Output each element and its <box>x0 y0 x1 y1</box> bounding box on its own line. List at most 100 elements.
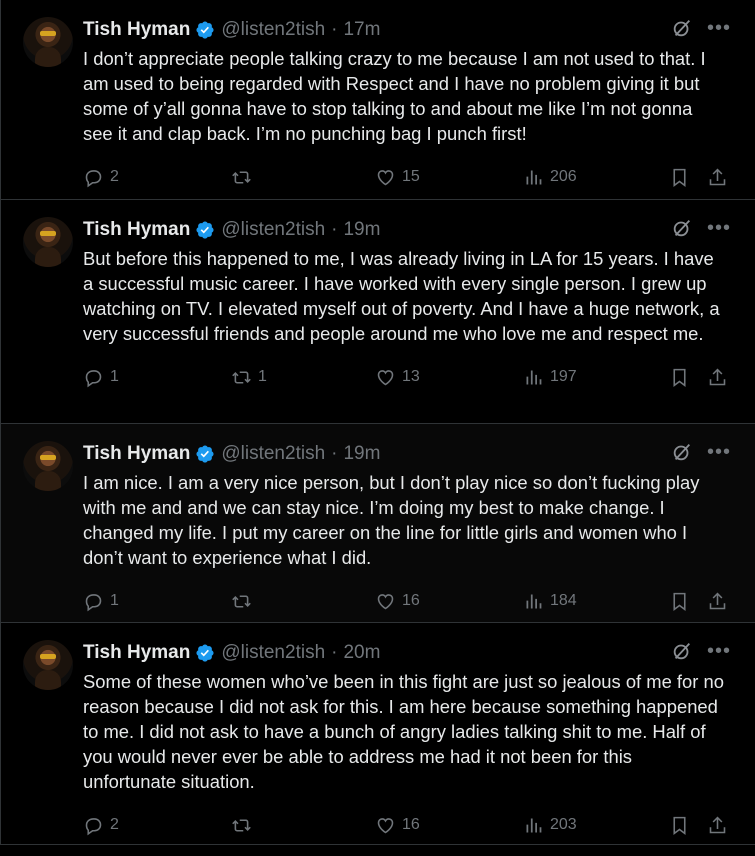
avatar[interactable] <box>23 640 73 690</box>
retweet-button[interactable] <box>231 591 258 612</box>
reply-count: 1 <box>110 368 119 385</box>
avatar[interactable] <box>23 217 73 267</box>
tweet[interactable]: Tish Hyman @listen2tish · 20m ••• Some o… <box>1 623 755 845</box>
views-count: 197 <box>550 368 577 385</box>
more-icon[interactable]: ••• <box>707 18 731 38</box>
reply-count: 2 <box>110 816 119 833</box>
grok-icon[interactable] <box>671 17 693 39</box>
tweet-text: I am nice. I am a very nice person, but … <box>83 472 705 568</box>
reply-count: 2 <box>110 168 119 185</box>
bookmark-icon <box>673 816 686 835</box>
author-handle[interactable]: @listen2tish <box>221 642 325 664</box>
separator: · <box>331 219 338 240</box>
bookmark-button[interactable] <box>669 367 690 388</box>
bookmark-icon <box>673 368 686 387</box>
avatar[interactable] <box>23 17 73 67</box>
tweet-header: Tish Hyman @listen2tish · 17m <box>83 14 739 46</box>
tweet-header: Tish Hyman @listen2tish · 19m <box>83 214 739 246</box>
share-button[interactable] <box>707 591 728 612</box>
share-button[interactable] <box>707 167 728 188</box>
reply-button[interactable]: 2 <box>83 167 119 188</box>
retweet-icon <box>232 170 251 184</box>
tweet[interactable]: Tish Hyman @listen2tish · 17m ••• I don’… <box>1 0 755 200</box>
tweet-text: But before this happened to me, I was al… <box>83 248 725 344</box>
verified-badge-icon <box>196 445 214 463</box>
author-name[interactable]: Tish Hyman <box>83 642 190 664</box>
avatar[interactable] <box>23 441 73 491</box>
views-count: 206 <box>550 168 577 185</box>
share-icon <box>709 168 726 185</box>
action-bar: 2 16 203 <box>83 794 739 856</box>
bookmark-button[interactable] <box>669 167 690 188</box>
views-count: 203 <box>550 816 577 833</box>
like-button[interactable]: 15 <box>375 167 420 188</box>
views-button[interactable]: 184 <box>523 591 577 612</box>
reply-icon <box>85 817 102 835</box>
views-icon <box>526 170 542 184</box>
bookmark-button[interactable] <box>669 591 690 612</box>
action-bar: 1 1 13 197 <box>83 346 739 408</box>
retweet-button[interactable]: 1 <box>231 367 267 388</box>
like-button[interactable]: 16 <box>375 815 420 836</box>
author-name[interactable]: Tish Hyman <box>83 19 190 41</box>
views-count: 184 <box>550 592 577 609</box>
more-icon[interactable]: ••• <box>707 218 731 238</box>
author-handle[interactable]: @listen2tish <box>221 219 325 241</box>
reply-icon <box>85 369 102 387</box>
timestamp[interactable]: 17m <box>343 19 380 41</box>
grok-icon[interactable] <box>671 640 693 662</box>
more-icon[interactable]: ••• <box>707 442 731 462</box>
reply-button[interactable]: 1 <box>83 367 119 388</box>
like-count: 16 <box>402 592 420 609</box>
grok-icon[interactable] <box>671 441 693 463</box>
timestamp[interactable]: 19m <box>343 219 380 241</box>
retweet-icon <box>232 370 251 384</box>
tweet[interactable]: Tish Hyman @listen2tish · 19m ••• I am n… <box>1 424 755 623</box>
author-name[interactable]: Tish Hyman <box>83 443 190 465</box>
heart-icon <box>377 593 394 609</box>
reply-icon <box>85 593 102 611</box>
views-button[interactable]: 197 <box>523 367 577 388</box>
reply-button[interactable]: 1 <box>83 591 119 612</box>
views-button[interactable]: 203 <box>523 815 577 836</box>
more-icon[interactable]: ••• <box>707 641 731 661</box>
timestamp[interactable]: 20m <box>343 642 380 664</box>
verified-badge-icon <box>196 644 214 662</box>
like-button[interactable]: 16 <box>375 591 420 612</box>
verified-badge-icon <box>196 21 214 39</box>
reply-button[interactable]: 2 <box>83 815 119 836</box>
bookmark-icon <box>673 592 686 611</box>
share-icon <box>709 592 726 609</box>
views-icon <box>526 594 542 608</box>
retweet-button[interactable] <box>231 815 258 836</box>
like-count: 16 <box>402 816 420 833</box>
like-button[interactable]: 13 <box>375 367 420 388</box>
author-handle[interactable]: @listen2tish <box>221 443 325 465</box>
verified-badge-icon <box>196 221 214 239</box>
share-button[interactable] <box>707 815 728 836</box>
retweet-count: 1 <box>258 368 267 385</box>
timestamp[interactable]: 19m <box>343 443 380 465</box>
share-button[interactable] <box>707 367 728 388</box>
action-bar: 2 15 206 <box>83 146 739 208</box>
reply-count: 1 <box>110 592 119 609</box>
views-button[interactable]: 206 <box>523 167 577 188</box>
separator: · <box>331 19 338 40</box>
author-handle[interactable]: @listen2tish <box>221 19 325 41</box>
tweet[interactable]: Tish Hyman @listen2tish · 19m ••• But be… <box>1 200 755 424</box>
like-count: 15 <box>402 168 420 185</box>
retweet-icon <box>232 594 251 608</box>
tweet-header: Tish Hyman @listen2tish · 19m <box>83 438 739 470</box>
grok-icon[interactable] <box>671 217 693 239</box>
bookmark-button[interactable] <box>669 815 690 836</box>
tweet-text: I don’t appreciate people talking crazy … <box>83 48 711 144</box>
tweet-header: Tish Hyman @listen2tish · 20m <box>83 637 739 669</box>
heart-icon <box>377 817 394 833</box>
heart-icon <box>377 369 394 385</box>
like-count: 13 <box>402 368 420 385</box>
heart-icon <box>377 169 394 185</box>
retweet-button[interactable] <box>231 167 258 188</box>
author-name[interactable]: Tish Hyman <box>83 219 190 241</box>
retweet-icon <box>232 818 251 832</box>
share-icon <box>709 368 726 385</box>
